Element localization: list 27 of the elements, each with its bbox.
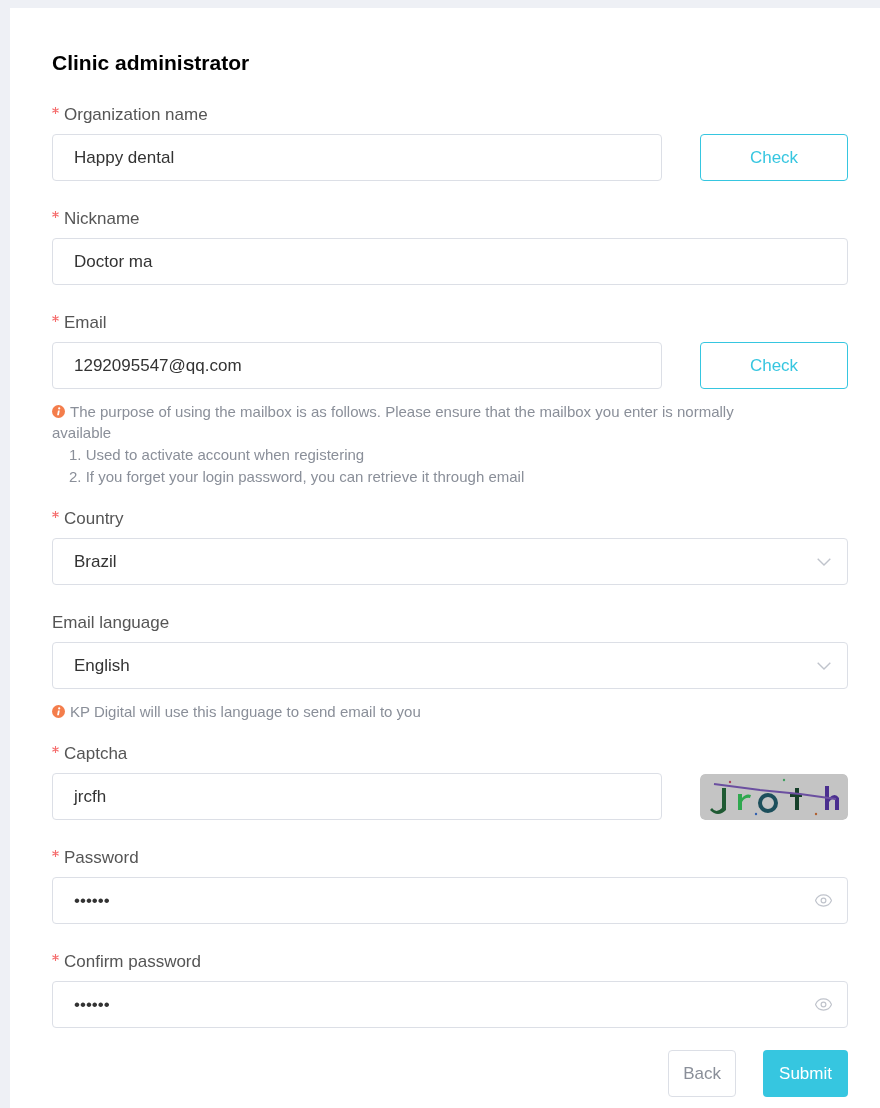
hint-text: KP Digital will use this language to send email to you — [52, 701, 782, 722]
hint-list-item: 1. Used to activate account when registering — [68, 445, 366, 465]
field-label: Email — [52, 311, 848, 335]
field-label: Nickname — [52, 207, 848, 231]
select-field[interactable]: Brazil — [52, 538, 848, 585]
chevron-down-icon — [817, 557, 831, 566]
eye-icon[interactable] — [814, 995, 833, 1014]
input-field[interactable]: Doctor ma — [52, 238, 848, 285]
password-field[interactable]: •••••• — [52, 981, 848, 1028]
hint-list-item: 2. If you forget your login password, you can retrieve it through email — [68, 467, 526, 487]
field-label: Captcha — [52, 742, 848, 766]
input-field[interactable]: jrcfh — [52, 773, 662, 820]
chevron-down-icon — [817, 661, 831, 670]
field-label: Confirm password — [52, 950, 848, 974]
eye-icon[interactable] — [814, 891, 833, 910]
field-label: Organization name — [52, 103, 848, 127]
hint-text: The purpose of using the mailbox is as follows. Please ensure that the mailbox you enter is normally available — [52, 402, 735, 443]
form-title: Clinic administrator — [52, 50, 251, 76]
password-field[interactable]: •••••• — [52, 877, 848, 924]
field-label: Country — [52, 507, 848, 531]
info-icon — [52, 705, 65, 718]
input-field[interactable]: Happy dental — [52, 134, 662, 181]
input-field[interactable]: 1292095547@qq.com — [52, 342, 662, 389]
select-field[interactable]: English — [52, 642, 848, 689]
field-label: Password — [52, 846, 848, 870]
field-label: Email language — [52, 612, 171, 634]
info-icon — [52, 405, 65, 418]
